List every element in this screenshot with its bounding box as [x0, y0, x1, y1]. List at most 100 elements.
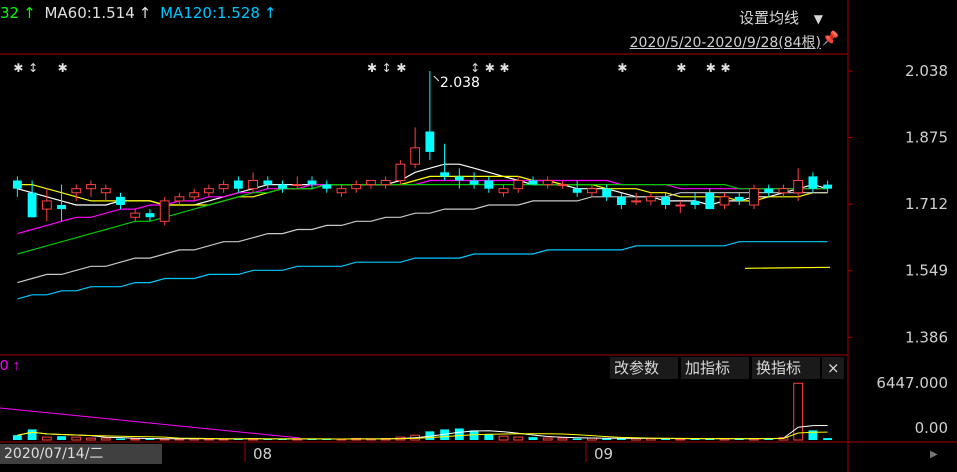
volume-bar: [484, 434, 494, 440]
candle-body: [233, 180, 243, 189]
volume-bar: [116, 438, 125, 440]
candle-body: [292, 184, 303, 187]
candle-body: [395, 163, 406, 182]
candle-body: [425, 131, 435, 152]
candle-body: [86, 184, 96, 190]
kline-chart: 2.038 ✱ ↕ ✱ ✱ ↕ ✱ ↕ ✱ ✱ ✱ ✱ ✱ ✱ 2.038 1.875 1.712 1.549 1…: [0, 0, 957, 472]
event-marker-icon: ✱: [617, 61, 627, 75]
vol-tick-label: 6447.000: [876, 374, 948, 392]
event-marker-icon: ↕: [470, 61, 480, 75]
volume-bar: [130, 438, 141, 441]
x-tick-label: 08: [253, 445, 272, 463]
candle-body: [587, 188, 597, 194]
candle-body: [336, 188, 347, 194]
candle-body: [218, 184, 229, 190]
event-marker-icon: ✱: [721, 61, 731, 75]
candle-body: [484, 180, 494, 189]
candle-body: [203, 188, 214, 194]
volume-bar: [675, 438, 686, 441]
volume-bar: [793, 382, 804, 441]
event-marker-icon: ✱: [367, 61, 377, 75]
candle-body: [100, 188, 111, 194]
event-marker-icon: ✱: [500, 61, 510, 75]
candle-body: [705, 192, 715, 210]
add-indicator-button[interactable]: 加指标: [681, 357, 749, 379]
candle-body: [631, 200, 642, 203]
volume-bar: [498, 435, 509, 441]
y-tick-label: 1.712: [905, 195, 948, 213]
volume-bar: [542, 437, 553, 441]
switch-indicator-button[interactable]: 换指标: [752, 357, 820, 379]
candle-body: [808, 176, 818, 189]
x-tick-label: 09: [594, 445, 613, 463]
y-tick-label: 1.386: [905, 328, 948, 346]
change-params-button[interactable]: 改参数: [610, 357, 678, 379]
event-marker-icon: ✱: [13, 61, 23, 75]
candle-body: [557, 184, 568, 187]
scroll-right-icon[interactable]: ▶: [930, 449, 944, 463]
candle-body: [734, 196, 744, 201]
candle-body: [248, 180, 259, 190]
candle-body: [41, 200, 52, 210]
ma-line-ma120: [17, 241, 828, 300]
volume-bar: [100, 437, 111, 441]
candle-body: [793, 180, 804, 194]
event-marker-icon: ↕: [382, 61, 392, 75]
volume-bar: [71, 436, 82, 441]
event-marker-icon: ✱: [485, 61, 495, 75]
candle-body: [542, 180, 553, 186]
event-marker-icon: ✱: [706, 61, 716, 75]
candle-body: [130, 212, 141, 218]
candle-body: [71, 188, 82, 194]
volume-bar: [823, 438, 833, 440]
candle-body: [145, 213, 155, 218]
candle-body: [263, 180, 273, 185]
candle-body: [719, 196, 730, 206]
candle-body: [12, 180, 22, 189]
y-tick-label: 2.038: [905, 62, 948, 80]
volume-bar: [57, 436, 66, 440]
y-tick-label: 1.875: [905, 129, 948, 147]
candle-body: [366, 180, 376, 186]
candle-body: [616, 196, 626, 205]
current-date-label: 2020/07/14/二: [0, 444, 162, 464]
candle-body: [749, 188, 759, 206]
candle-body: [513, 180, 524, 190]
candle-body: [322, 184, 332, 189]
volume-bar: [572, 438, 582, 440]
volume-bar: [513, 436, 524, 441]
candle-body: [351, 184, 362, 190]
candle-body: [469, 180, 479, 185]
volume-bar: [86, 437, 96, 441]
candle-body: [159, 200, 170, 222]
candle-body: [528, 180, 538, 185]
projection-line: [744, 266, 831, 269]
vol-tick-label: 0.00: [915, 419, 948, 437]
volume-bar: [12, 435, 22, 440]
event-marker-icon: ↕: [28, 61, 38, 75]
max-price-pointer: [433, 75, 440, 82]
candle-body: [602, 188, 612, 197]
candle-body: [380, 180, 391, 186]
candle-body: [823, 184, 833, 189]
candle-body: [454, 176, 464, 181]
close-indicator-button[interactable]: ×: [822, 357, 844, 379]
candle-body: [27, 192, 37, 218]
candle-body: [278, 184, 287, 189]
candle-body: [307, 180, 317, 185]
y-tick-label: 1.549: [905, 262, 948, 280]
candle-body: [189, 192, 200, 198]
candle-body: [572, 188, 582, 193]
volume-bar: [27, 429, 37, 440]
indicator-partial-value: 0 ↑: [0, 357, 21, 374]
candle-body: [778, 188, 789, 194]
candle-body: [498, 188, 509, 194]
up-arrow-icon: ↑: [8, 357, 21, 374]
candle-body: [440, 172, 450, 177]
candle-body: [410, 147, 421, 165]
candle-body: [57, 205, 66, 210]
volume-bar: [454, 428, 464, 440]
max-price-annotation: 2.038: [440, 75, 480, 91]
volume-bar: [557, 437, 568, 441]
candle-body: [661, 196, 670, 205]
